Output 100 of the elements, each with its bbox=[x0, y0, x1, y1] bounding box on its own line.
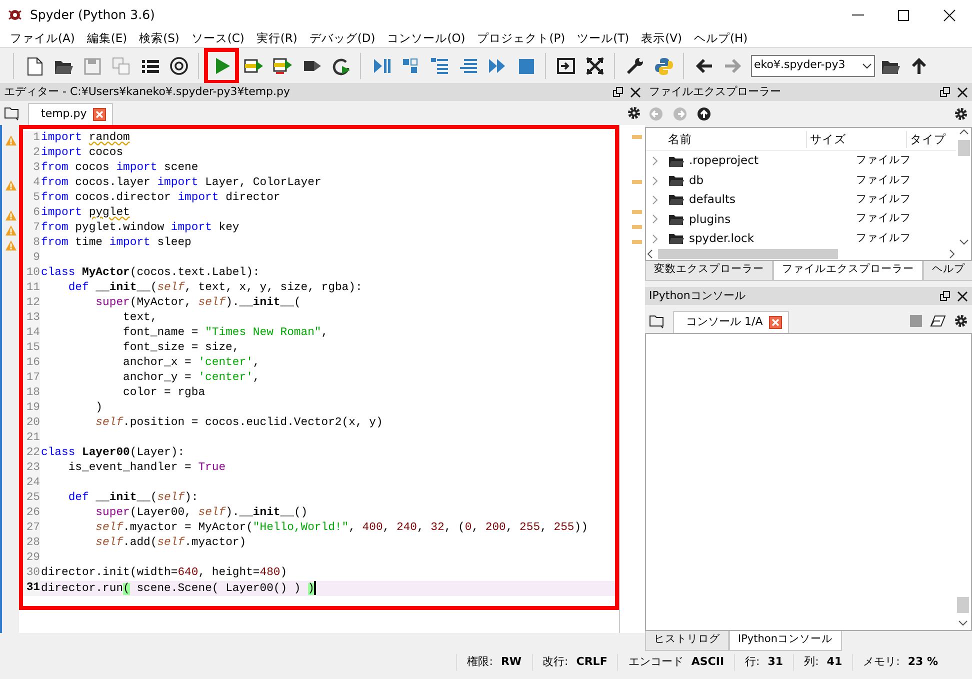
line-number: 1 bbox=[23, 131, 40, 146]
undock-icon[interactable] bbox=[939, 86, 951, 98]
pane-tab[interactable]: ヒストリログ bbox=[645, 631, 729, 651]
pane-tab[interactable]: ヘルプ bbox=[923, 261, 972, 281]
dropdown-caret-icon bbox=[862, 62, 872, 70]
settings-icon[interactable] bbox=[954, 107, 968, 121]
code-line: anchor_y = 'center', bbox=[122, 371, 260, 386]
code-line: from cocos.layer import Layer, ColorLayer bbox=[40, 176, 322, 191]
status-label: エンコード bbox=[628, 654, 684, 670]
menu-item[interactable]: ツール(T) bbox=[571, 30, 636, 47]
run-cell-icon[interactable] bbox=[272, 56, 292, 76]
status-value: CRLF bbox=[576, 654, 608, 670]
status-value: ASCII bbox=[691, 654, 724, 670]
pane-tab[interactable]: IPythonコンソール bbox=[729, 631, 842, 651]
code-line: class MyActor(cocos.text.Label): bbox=[40, 266, 260, 281]
pane-tab[interactable]: ファイルエクスプローラー bbox=[773, 261, 923, 281]
scroll-right-icon[interactable] bbox=[948, 249, 956, 260]
code-line: import cocos bbox=[40, 146, 124, 161]
line-number: 16 bbox=[23, 356, 40, 371]
file-name[interactable]: plugins bbox=[684, 210, 856, 228]
spider-logo-icon bbox=[8, 8, 22, 22]
code-line: director.init(width=640, height=480) bbox=[40, 566, 288, 581]
menu-item[interactable]: ファイル(A) bbox=[4, 30, 81, 47]
close-icon[interactable] bbox=[957, 290, 968, 302]
close-icon[interactable] bbox=[630, 86, 641, 98]
line-number: 21 bbox=[23, 431, 40, 446]
line-number: 19 bbox=[23, 401, 40, 416]
code-line: ) bbox=[94, 401, 103, 416]
file-tab[interactable]: コンソール 1/A bbox=[673, 311, 789, 333]
line-number: 14 bbox=[23, 326, 40, 341]
window-title: Spyder (Python 3.6) bbox=[30, 6, 156, 24]
pane-tab[interactable]: 変数エクスプローラー bbox=[645, 261, 773, 281]
settings-icon[interactable] bbox=[954, 314, 968, 328]
line-number: 10 bbox=[23, 266, 40, 281]
undock-icon[interactable] bbox=[612, 86, 624, 98]
file-type: ファイルフ bbox=[856, 230, 911, 246]
code-line: director.run( scene.Scene( Layer00() ) ) bbox=[40, 581, 316, 596]
file-name[interactable]: db bbox=[684, 172, 856, 190]
line-number: 12 bbox=[23, 296, 40, 311]
code-line: super(MyActor, self).__init__( bbox=[94, 296, 301, 311]
step-into-icon[interactable] bbox=[428, 56, 448, 76]
line-number: 13 bbox=[23, 311, 40, 326]
wrench-icon[interactable] bbox=[624, 56, 644, 76]
line-number: 3 bbox=[23, 161, 40, 176]
status-label: メモリ: bbox=[863, 654, 900, 670]
code-line: font_size = size, bbox=[122, 341, 240, 356]
scrollbar-thumb[interactable] bbox=[957, 597, 969, 613]
file-name[interactable]: spyder.lock bbox=[684, 230, 856, 248]
line-number: 30 bbox=[23, 566, 40, 581]
menu-item[interactable]: 実行(R) bbox=[250, 30, 304, 47]
directory-combo[interactable]: eko¥.spyder-py3 bbox=[751, 54, 875, 76]
pane-title: IPythonコンソール bbox=[649, 288, 746, 304]
column-header[interactable]: 名前 bbox=[646, 130, 806, 148]
browse-tabs-icon[interactable] bbox=[649, 312, 665, 329]
menu-item[interactable]: 検索(S) bbox=[133, 30, 186, 47]
menu-item[interactable]: デバッグ(D) bbox=[303, 30, 382, 47]
menu-item[interactable]: ソース(C) bbox=[185, 30, 250, 47]
menu-item[interactable]: プロジェクト(P) bbox=[471, 30, 572, 47]
close-tab-icon[interactable] bbox=[92, 108, 106, 121]
code-line: font_name = "Times New Roman", bbox=[122, 326, 328, 341]
line-number: 7 bbox=[23, 221, 40, 236]
status-value: 41 bbox=[826, 654, 842, 670]
close-icon[interactable] bbox=[940, 6, 958, 24]
line-number: 27 bbox=[23, 521, 40, 536]
maximize-pane-icon[interactable] bbox=[556, 56, 576, 76]
menu-item[interactable]: 表示(V) bbox=[635, 30, 688, 47]
python-logo-icon[interactable] bbox=[654, 56, 674, 76]
scroll-down-icon[interactable] bbox=[958, 238, 968, 246]
code-line: self.add(self.myactor) bbox=[94, 536, 246, 551]
line-number: 11 bbox=[23, 281, 40, 296]
code-line: import random bbox=[40, 131, 130, 146]
fullscreen-icon[interactable] bbox=[584, 56, 604, 76]
menu-item[interactable]: コンソール(O) bbox=[381, 30, 472, 47]
close-icon[interactable] bbox=[957, 86, 968, 98]
scroll-up-icon[interactable] bbox=[958, 128, 968, 136]
line-number: 23 bbox=[23, 461, 40, 476]
settings-icon[interactable] bbox=[627, 106, 641, 120]
undock-icon[interactable] bbox=[939, 290, 951, 302]
menu-item[interactable]: ヘルプ(H) bbox=[688, 30, 754, 47]
line-number: 24 bbox=[23, 476, 40, 491]
browse-tabs-icon[interactable] bbox=[4, 104, 20, 121]
eraser-icon[interactable] bbox=[930, 314, 946, 327]
scrollbar-thumb[interactable] bbox=[958, 140, 970, 156]
file-name[interactable]: .ropeproject bbox=[684, 152, 856, 170]
file-name[interactable]: defaults bbox=[684, 191, 856, 208]
line-number: 26 bbox=[23, 506, 40, 521]
line-number: 31 bbox=[23, 581, 40, 596]
column-header[interactable]: タイプ bbox=[906, 130, 956, 148]
up-icon[interactable] bbox=[697, 107, 711, 121]
line-number: 22 bbox=[23, 446, 40, 461]
scrollbar-thumb[interactable] bbox=[658, 249, 838, 260]
scroll-left-icon[interactable] bbox=[646, 249, 654, 260]
file-tab[interactable]: temp.py bbox=[28, 103, 113, 125]
code-line: anchor_x = 'center', bbox=[122, 356, 260, 371]
code-line: is_event_handler = True bbox=[67, 461, 226, 476]
scroll-down-icon[interactable] bbox=[958, 619, 968, 627]
column-header[interactable]: サイズ bbox=[806, 130, 906, 148]
status-label: 権限: bbox=[467, 654, 493, 670]
close-tab-icon[interactable] bbox=[768, 316, 782, 329]
menu-item[interactable]: 編集(E) bbox=[80, 30, 134, 47]
